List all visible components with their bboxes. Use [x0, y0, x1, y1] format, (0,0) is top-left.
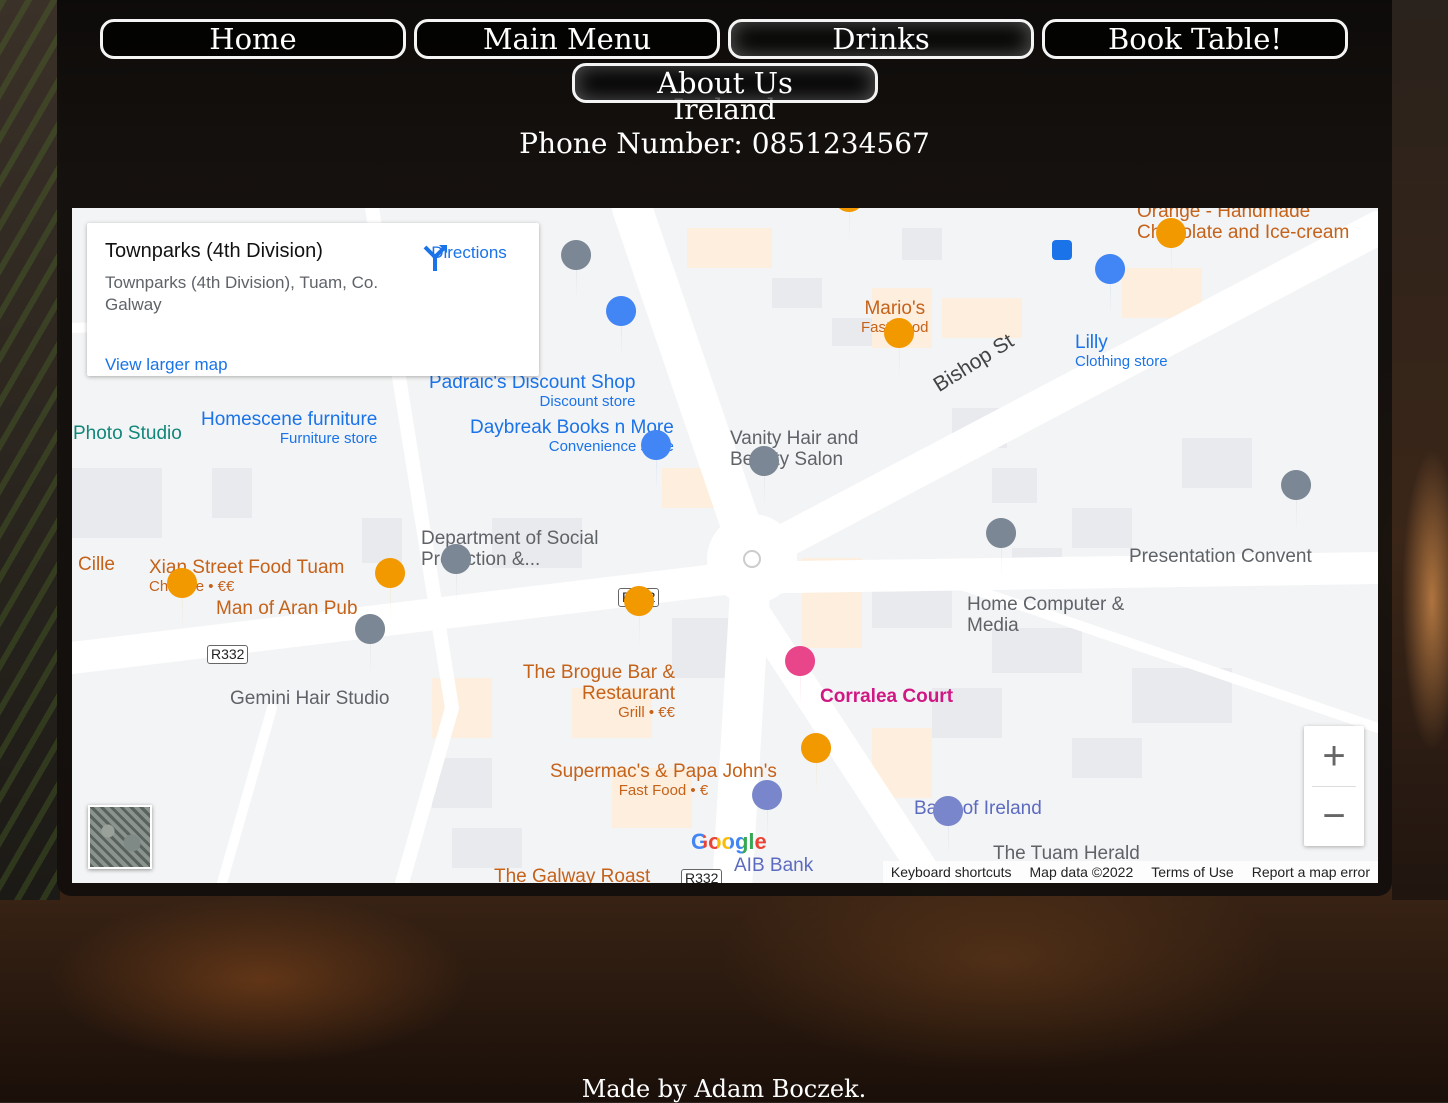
zoom-controls: + −	[1304, 726, 1364, 846]
poi-daybreak[interactable]: Daybreak Books n More Convenience store	[470, 417, 674, 455]
road-shield-r332: R332	[207, 645, 249, 664]
map-info-card: Townparks (4th Division) Townparks (4th …	[87, 223, 539, 376]
google-logo: Google	[691, 829, 767, 854]
poi-orange-chocolate[interactable]: Orange - Handmade Chocolate and Ice-cream	[1137, 208, 1349, 243]
report-map-error-link[interactable]: Report a map error	[1252, 864, 1370, 880]
directions-button[interactable]: Directions	[419, 241, 519, 271]
map-footer: Keyboard shortcuts Map data ©2022 Terms …	[882, 861, 1378, 883]
keyboard-shortcuts-link[interactable]: Keyboard shortcuts	[891, 864, 1012, 880]
poi-marios[interactable]: Mario's Fast Food	[861, 298, 929, 336]
poi-presentation-convent[interactable]: Presentation Convent	[1129, 546, 1312, 567]
poi-xian-street-food[interactable]: Xian Street Food Tuam Chinese • €€	[149, 557, 344, 595]
poi-corralea-court[interactable]: Corralea Court	[820, 686, 953, 707]
footer-credit: Made by Adam Boczek.	[581, 1075, 867, 1103]
nav-drinks-button[interactable]: Drinks	[728, 19, 1034, 59]
info-card-title: Townparks (4th Division)	[105, 240, 323, 262]
poi-padraics[interactable]: Padraic's Discount Shop Discount store	[429, 372, 635, 410]
poi-cille[interactable]: Cille	[78, 554, 115, 575]
poi-lilly[interactable]: Lilly Clothing store	[1075, 332, 1168, 370]
directions-icon	[423, 245, 447, 271]
contact-phone: Phone Number: 0851234567	[519, 127, 930, 160]
background-left	[0, 0, 60, 900]
nav-main-menu-button[interactable]: Main Menu	[414, 19, 720, 59]
poi-homescene[interactable]: Homescene furniture Furniture store	[201, 409, 377, 447]
poi-aib-bank[interactable]: AIB Bank	[734, 855, 813, 876]
zoom-in-button[interactable]: +	[1304, 726, 1364, 786]
satellite-toggle-button[interactable]	[88, 805, 152, 869]
poi-supermacs[interactable]: Supermac's & Papa John's Fast Food • €	[550, 761, 777, 799]
zoom-out-button[interactable]: −	[1304, 786, 1364, 846]
road-shield-r332: R332	[681, 869, 723, 883]
nav-home-button[interactable]: Home	[100, 19, 406, 59]
poi-photo-studio[interactable]: Photo Studio	[73, 423, 182, 444]
background-right	[1392, 0, 1448, 900]
poi-gemini-hair[interactable]: Gemini Hair Studio	[230, 688, 389, 709]
poi-brogue-bar[interactable]: The Brogue Bar & Restaurant Grill • €€	[522, 662, 675, 721]
nav-book-table-button[interactable]: Book Table!	[1042, 19, 1348, 59]
poi-home-computer[interactable]: Home Computer & Media	[967, 594, 1147, 636]
poi-dept-social-protection[interactable]: Department of Social Protection &...	[421, 528, 621, 570]
road-shield-r332: R332	[618, 588, 660, 607]
poi-man-of-aran-pub[interactable]: Man of Aran Pub	[216, 598, 358, 619]
poi-bank-of-ireland[interactable]: Bank of Ireland	[914, 798, 1042, 819]
info-card-address: Townparks (4th Division), Tuam, Co. Galw…	[105, 273, 379, 314]
view-larger-map-link[interactable]: View larger map	[105, 355, 228, 375]
poi-vanity-hair[interactable]: Vanity Hair and Beauty Salon	[730, 428, 890, 470]
terms-of-use-link[interactable]: Terms of Use	[1151, 864, 1233, 880]
nav-about-us-button[interactable]: About Us	[572, 63, 878, 103]
map-data-label: Map data ©2022	[1029, 864, 1134, 880]
embedded-map[interactable]: Orange - Handmade Chocolate and Ice-cream…	[72, 208, 1378, 883]
poi-galway-roast[interactable]: The Galway Roast	[494, 866, 650, 883]
